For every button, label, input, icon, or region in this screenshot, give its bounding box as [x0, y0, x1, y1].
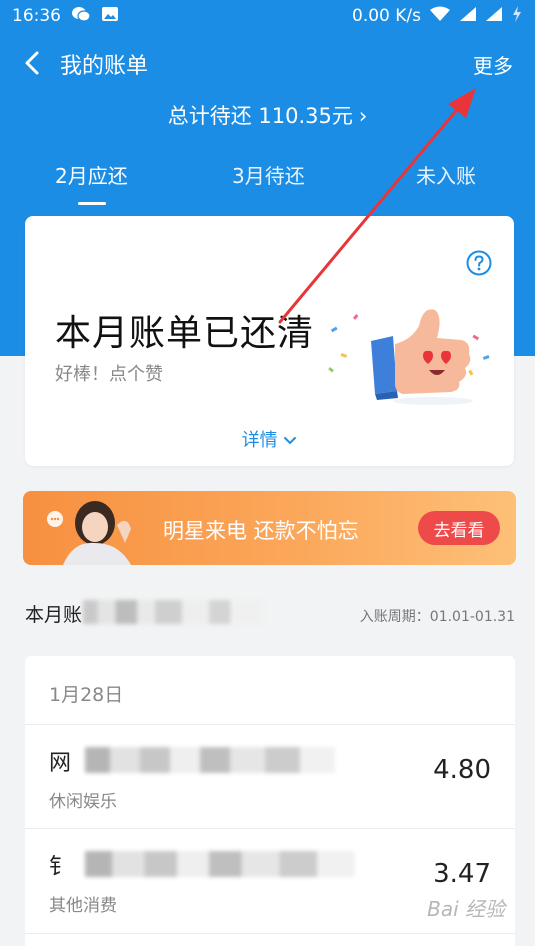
promo-text: 明星来电 还款不怕忘: [163, 519, 359, 543]
more-button[interactable]: 更多: [473, 50, 513, 79]
promo-go-button[interactable]: 去看看: [418, 511, 500, 545]
bill-status-card: 本月账单已还清 好棒！点个赞 详情: [25, 216, 514, 466]
tab-bar: 2月应还 3月待还 未入账: [0, 160, 535, 210]
network-speed: 0.00 K/s: [352, 6, 421, 26]
celebrity-avatar: [33, 495, 143, 565]
redacted-text: [83, 600, 263, 624]
total-due-text: 总计待还 110.35元: [167, 104, 353, 128]
chevron-left-icon[interactable]: [22, 50, 44, 76]
watermark: Bai 经验: [427, 897, 505, 921]
promo-banner[interactable]: 明星来电 还款不怕忘 去看看: [23, 491, 516, 565]
summary-label: 本月账: [25, 604, 83, 626]
bill-cleared-title: 本月账单已还清: [55, 313, 315, 354]
page-title: 我的账单: [60, 54, 149, 79]
signal-icon: [485, 6, 503, 27]
transaction-amount: 4.80: [433, 755, 491, 785]
tab-unposted[interactable]: 未入账: [416, 160, 476, 189]
transaction-date-header: 1月28日: [49, 684, 124, 706]
tab-march-pending[interactable]: 3月待还: [232, 160, 305, 189]
status-time: 16:36: [12, 6, 61, 26]
billing-cycle: 入账周期：01.01-01.31: [359, 609, 515, 625]
signal-icon: [459, 6, 477, 27]
transaction-amount: 3.47: [433, 859, 491, 889]
charging-icon: [511, 5, 523, 28]
image-icon: [101, 6, 119, 27]
total-due-link[interactable]: 总计待还 110.35元 ›: [0, 100, 535, 130]
chevron-down-icon: [283, 430, 297, 451]
active-tab-indicator: [78, 202, 106, 205]
question-circle-icon[interactable]: [466, 250, 492, 276]
transaction-category: 其他消费: [49, 896, 117, 916]
transaction-name: 钅: [49, 855, 72, 880]
details-toggle[interactable]: 详情: [25, 426, 514, 452]
bill-cleared-subtitle: 好棒！点个赞: [55, 364, 163, 385]
nav-bar: 我的账单 更多: [0, 32, 535, 92]
details-label: 详情: [241, 430, 278, 451]
tab-february-due[interactable]: 2月应还: [55, 160, 128, 189]
redacted-text: [85, 851, 355, 877]
transaction-name: 网: [49, 751, 72, 776]
wechat-icon: [71, 5, 91, 28]
redacted-text: [85, 747, 335, 773]
chevron-right-icon: ›: [358, 104, 368, 128]
thumbs-up-icon: [323, 296, 503, 406]
divider: [25, 933, 515, 934]
status-bar: 16:36 0.00 K/s: [0, 0, 535, 32]
transaction-category: 休闲娱乐: [49, 792, 117, 812]
bill-summary-row: 本月账 入账周期：01.01-01.31: [25, 600, 515, 630]
transaction-row[interactable]: 网 休闲娱乐 4.80: [25, 725, 515, 829]
wifi-icon: [429, 6, 451, 27]
